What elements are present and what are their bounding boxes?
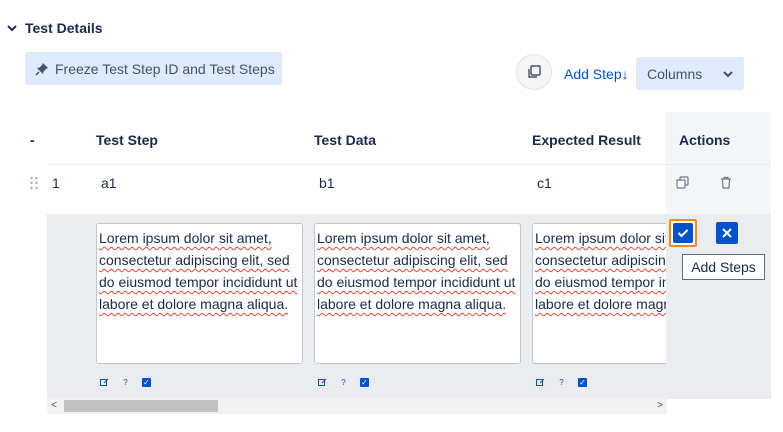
clone-step-button[interactable] bbox=[672, 172, 692, 192]
test-data-textarea[interactable]: Lorem ipsum dolor sit amet, consectetur … bbox=[314, 223, 521, 364]
close-icon bbox=[722, 228, 732, 238]
checkbox-icon[interactable]: ✓ bbox=[578, 378, 587, 387]
test-step-textarea[interactable]: Lorem ipsum dolor sit amet, consectetur … bbox=[96, 223, 303, 364]
help-icon[interactable]: ? bbox=[557, 378, 566, 387]
section-title: Test Details bbox=[25, 20, 103, 36]
drag-handle-icon[interactable] bbox=[29, 176, 39, 190]
actions-column-bg bbox=[666, 112, 771, 214]
cancel-add-step-button[interactable] bbox=[716, 222, 738, 244]
confirm-inner bbox=[673, 223, 693, 243]
new-step-edit-row: Lorem ipsum dolor sit amet, consectetur … bbox=[47, 215, 771, 399]
header-actions: Actions bbox=[679, 132, 731, 148]
header-test-data[interactable]: Test Data bbox=[314, 132, 376, 148]
clone-icon bbox=[675, 175, 689, 189]
freeze-columns-button[interactable]: Freeze Test Step ID and Test Steps bbox=[25, 52, 282, 85]
expected-result-tools: ? ✓ bbox=[536, 378, 587, 387]
columns-label: Columns bbox=[647, 65, 703, 82]
header-divider bbox=[47, 164, 771, 165]
confirm-add-step-button[interactable] bbox=[669, 219, 697, 247]
add-step-link[interactable]: Add Step↓ bbox=[564, 66, 629, 82]
cell-expected-result[interactable]: c1 bbox=[537, 175, 552, 191]
test-data-tools: ? ✓ bbox=[318, 378, 369, 387]
row-index: 1 bbox=[52, 175, 60, 191]
add-steps-tooltip: Add Steps bbox=[682, 254, 765, 280]
cell-test-step[interactable]: a1 bbox=[101, 175, 117, 191]
scroll-thumb[interactable] bbox=[64, 400, 218, 412]
test-step-tools: ? ✓ bbox=[100, 378, 151, 387]
edit-icon[interactable] bbox=[100, 378, 109, 387]
test-steps-table: - Test Step Test Data Expected Result Ac… bbox=[20, 112, 771, 417]
section-header[interactable]: Test Details bbox=[6, 20, 103, 36]
help-icon[interactable]: ? bbox=[121, 378, 130, 387]
expected-result-clip: Lorem ipsum dolor sit amet, consectetur … bbox=[532, 223, 666, 364]
header-test-step[interactable]: Test Step bbox=[96, 132, 158, 148]
header-index: - bbox=[30, 132, 35, 148]
cell-test-data[interactable]: b1 bbox=[319, 175, 335, 191]
help-icon[interactable]: ? bbox=[339, 378, 348, 387]
horizontal-scrollbar[interactable]: < > bbox=[47, 398, 667, 414]
freeze-button-label: Freeze Test Step ID and Test Steps bbox=[55, 60, 275, 77]
copy-steps-button[interactable] bbox=[516, 54, 552, 90]
check-icon bbox=[677, 229, 689, 238]
scroll-right-arrow[interactable]: > bbox=[653, 398, 667, 414]
chevron-down-icon[interactable] bbox=[6, 22, 18, 34]
edit-icon[interactable] bbox=[536, 378, 545, 387]
expected-result-textarea[interactable]: Lorem ipsum dolor sit amet, consectetur … bbox=[532, 223, 666, 364]
scroll-left-arrow[interactable]: < bbox=[47, 398, 61, 414]
header-expected-result[interactable]: Expected Result bbox=[532, 132, 641, 148]
delete-step-button[interactable] bbox=[716, 172, 736, 192]
columns-dropdown[interactable]: Columns bbox=[636, 57, 744, 90]
trash-icon bbox=[721, 176, 731, 189]
edit-icon[interactable] bbox=[318, 378, 327, 387]
checkbox-icon[interactable]: ✓ bbox=[142, 378, 151, 387]
pin-icon bbox=[35, 62, 48, 76]
copy-icon bbox=[528, 65, 541, 78]
chevron-down-icon bbox=[723, 70, 733, 77]
checkbox-icon[interactable]: ✓ bbox=[360, 378, 369, 387]
